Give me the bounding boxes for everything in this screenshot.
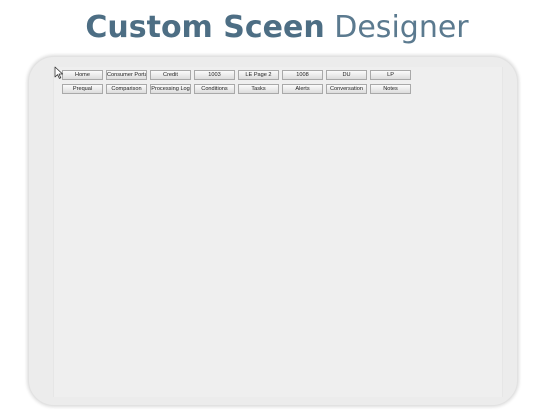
- tab-le-page-2[interactable]: LE Page 2: [238, 70, 279, 80]
- tab-processing-log[interactable]: Processing Log: [150, 84, 191, 94]
- tab-row-2: Prequal Comparison Processing Log Condit…: [62, 84, 411, 94]
- designer-window: [28, 56, 518, 406]
- tab-consumer-portal[interactable]: Consumer Portal: [106, 70, 147, 80]
- tab-1008[interactable]: 1008: [282, 70, 323, 80]
- tab-conversation[interactable]: Conversation: [326, 84, 367, 94]
- tab-notes[interactable]: Notes: [370, 84, 411, 94]
- tab-prequal[interactable]: Prequal: [62, 84, 103, 94]
- title-bold-part: Custom Sceen: [85, 10, 325, 45]
- page-title: Custom Sceen Designer: [0, 6, 554, 50]
- tab-alerts[interactable]: Alerts: [282, 84, 323, 94]
- title-light-part: Designer: [334, 10, 469, 45]
- tab-home[interactable]: Home: [62, 70, 103, 80]
- tab-row-1: Home Consumer Portal Credit 1003 LE Page…: [62, 70, 411, 80]
- tab-1003[interactable]: 1003: [194, 70, 235, 80]
- tab-conditions[interactable]: Conditions: [194, 84, 235, 94]
- mouse-pointer-icon: [54, 66, 63, 79]
- tab-lp[interactable]: LP: [370, 70, 411, 80]
- designer-canvas[interactable]: [53, 67, 503, 397]
- tab-credit[interactable]: Credit: [150, 70, 191, 80]
- tab-comparison[interactable]: Comparison: [106, 84, 147, 94]
- tab-tasks[interactable]: Tasks: [238, 84, 279, 94]
- tab-du[interactable]: DU: [326, 70, 367, 80]
